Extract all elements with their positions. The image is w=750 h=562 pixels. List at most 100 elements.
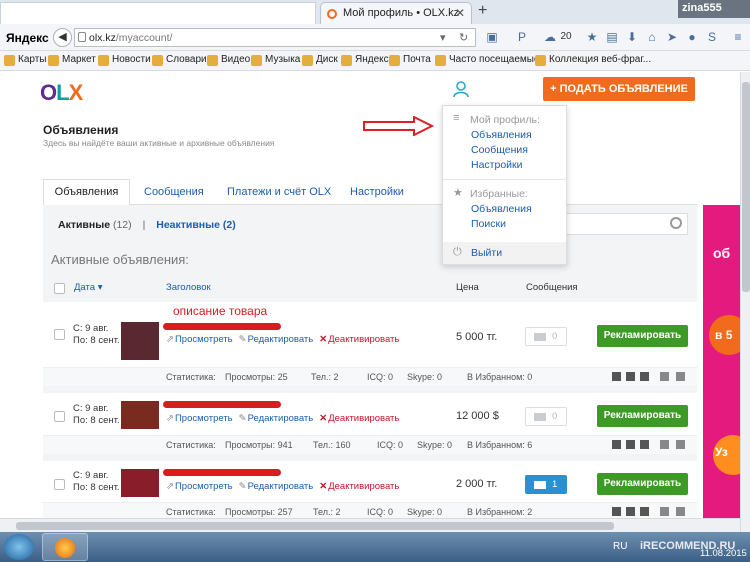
bookmark-item[interactable]: Яндекс [341,54,389,68]
row-checkbox[interactable] [54,329,65,340]
ad-price: 5 000 тг. [456,331,498,343]
promote-button[interactable]: Рекламировать [597,325,688,347]
bookmark-item[interactable]: Почта [389,54,431,68]
back-button[interactable]: ◀ [53,28,72,47]
ad-actions: ⇗Просмотреть ✎Редактировать ✕Деактивироват… [166,413,399,424]
post-ad-button[interactable]: + ПОДАТЬ ОБЪЯВЛЕНИЕ [543,77,695,101]
p-extension-icon[interactable]: P [514,29,530,45]
facebook-share-icon[interactable] [626,507,635,516]
logout-link[interactable]: Выйти [471,247,502,259]
dropdown-arrow-icon[interactable]: ▾ [440,31,446,44]
site-info-icon[interactable] [78,32,86,42]
menu-ads-link[interactable]: Объявления [471,129,532,141]
extension-icon[interactable]: ▣ [484,29,500,45]
reload-icon[interactable]: ↻ [459,31,468,44]
olx-logo[interactable]: OLX [40,80,83,106]
horizontal-scrollbar[interactable] [0,518,740,532]
print-icon[interactable] [660,440,669,449]
ad-photo[interactable] [121,322,159,360]
language-indicator[interactable]: RU [613,541,627,552]
column-date[interactable]: Дата ▾ [74,282,102,293]
twitter-share-icon[interactable] [640,372,649,381]
messages-button[interactable]: 1 [525,475,567,494]
close-tab-icon[interactable]: ✕ [455,6,465,20]
view-link[interactable]: Просмотреть [175,481,233,492]
send-icon[interactable]: ➤ [664,29,680,45]
facebook-share-icon[interactable] [626,440,635,449]
menu-settings-link[interactable]: Настройки [471,159,523,171]
chat-icon[interactable]: ● [684,29,700,45]
edit-link[interactable]: Редактировать [248,413,314,424]
more-icon[interactable] [676,372,685,381]
tab-settings[interactable]: Настройки [350,186,404,198]
column-title[interactable]: Заголовок [166,282,211,293]
browser-tab-blank[interactable] [0,2,316,24]
vk-share-icon[interactable] [612,440,621,449]
search-icon[interactable] [670,217,682,229]
menu-fav-ads-link[interactable]: Объявления [471,203,532,215]
scrollbar-thumb[interactable] [16,522,614,530]
view-link[interactable]: Просмотреть [175,334,233,345]
skype-icon[interactable]: S [704,29,720,45]
twitter-share-icon[interactable] [640,440,649,449]
bookmark-item[interactable]: Новости [98,54,151,68]
bookmark-item[interactable]: Маркет [48,54,96,68]
tab-ads[interactable]: Объявления [43,179,130,206]
row-checkbox[interactable] [54,411,65,422]
bookmark-item[interactable]: Карты [4,54,47,68]
profile-icon[interactable] [452,80,470,98]
twitter-share-icon[interactable] [640,507,649,516]
ad-actions: ⇗Просмотреть ✎Редактировать ✕Деактивироват… [166,334,399,345]
messages-button[interactable]: 0 [525,327,567,346]
deactivate-link[interactable]: Деактивировать [328,481,399,492]
facebook-share-icon[interactable] [626,372,635,381]
filter-active[interactable]: Активные [58,219,110,231]
bookmark-star-icon[interactable]: ★ [584,29,600,45]
more-icon[interactable] [676,507,685,516]
firefox-taskbar-button[interactable] [42,533,88,561]
menu-messages-link[interactable]: Сообщения [471,144,528,156]
menu-icon[interactable]: ≡ [730,29,746,45]
promote-button[interactable]: Рекламировать [597,473,688,495]
start-button[interactable] [4,534,34,560]
bookmark-item[interactable]: Диск [302,54,338,68]
edit-link[interactable]: Редактировать [248,481,314,492]
print-icon[interactable] [660,507,669,516]
promote-button[interactable]: Рекламировать [597,405,688,427]
bookmark-item[interactable]: Музыка [251,54,300,68]
download-icon[interactable]: ⬇ [624,29,640,45]
tab-payments[interactable]: Платежи и счёт OLX [227,186,331,198]
profile-dropdown: ≡ Мой профиль: Объявления Сообщения Наст… [442,105,567,265]
ad-photo[interactable] [121,469,159,497]
address-bar[interactable]: olx.kz/myaccount/ ▾ ↻ [74,28,476,47]
print-icon[interactable] [660,372,669,381]
new-tab-icon[interactable]: + [478,2,487,20]
deactivate-link[interactable]: Деактивировать [328,413,399,424]
bookmark-item[interactable]: Словари [152,54,207,68]
logout-row[interactable]: ⏻ Выйти [443,242,566,264]
edit-link[interactable]: Редактировать [248,334,314,345]
vk-share-icon[interactable] [612,372,621,381]
system-date[interactable]: 11.08.2015 [700,548,747,560]
home-icon[interactable]: ⌂ [644,29,660,45]
select-all-checkbox[interactable] [54,283,65,294]
clipboard-icon[interactable]: ▤ [604,29,620,45]
sort-chevron-icon[interactable]: ▾ [98,282,103,293]
browser-tab-active[interactable]: Мой профиль • OLX.kz ✕ [320,2,472,24]
side-ad-banner[interactable]: об в 5 Уз [703,205,740,518]
more-icon[interactable] [676,440,685,449]
menu-fav-searches-link[interactable]: Поиски [471,218,506,230]
deactivate-link[interactable]: Деактивировать [328,334,399,345]
vk-share-icon[interactable] [612,507,621,516]
row-checkbox[interactable] [54,479,65,490]
vertical-scrollbar[interactable] [740,72,750,532]
tab-messages[interactable]: Сообщения [144,186,204,198]
filter-inactive[interactable]: Неактивные (2) [156,219,235,231]
view-link[interactable]: Просмотреть [175,413,233,424]
scrollbar-thumb[interactable] [742,82,750,292]
ad-photo[interactable] [121,401,159,429]
bookmark-item[interactable]: Коллекция веб-фраг... [535,54,651,68]
bookmark-item[interactable]: Видео [207,54,250,68]
bookmark-item[interactable]: Часто посещаемые [435,54,540,68]
messages-button[interactable]: 0 [525,407,567,426]
